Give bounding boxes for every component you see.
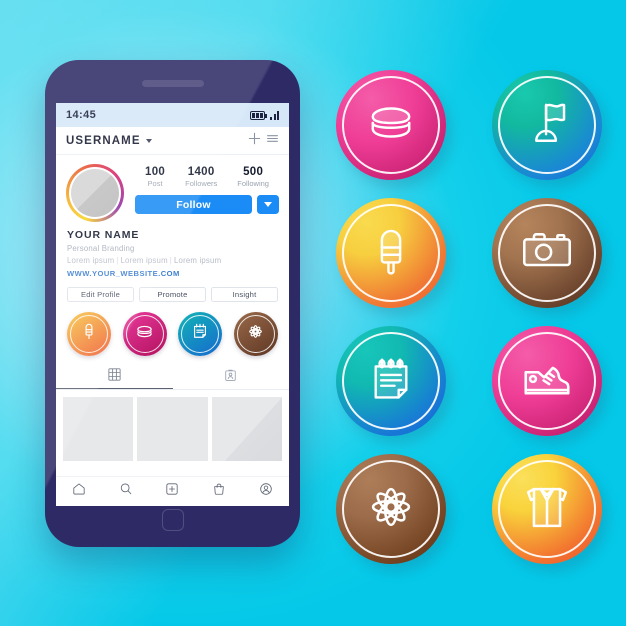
avatar-ring[interactable] (66, 164, 124, 222)
profile-tabs (56, 367, 289, 390)
shirt-icon (518, 478, 576, 541)
badge-flag[interactable] (492, 70, 602, 180)
bio-lorem-3: Lorem ipsum (174, 255, 222, 265)
chevron-down-icon[interactable] (145, 138, 152, 143)
highlight-popsicle[interactable] (67, 311, 111, 356)
post-thumbnail[interactable] (211, 396, 282, 461)
flower-icon (245, 321, 266, 347)
camera-icon (518, 222, 576, 285)
highlight-notepad[interactable] (178, 311, 223, 356)
badge-flower[interactable] (336, 454, 446, 564)
stat-post[interactable]: 100 Post (145, 166, 165, 188)
badge-sneaker[interactable] (492, 326, 602, 436)
bio-lorem-line: Lorem ipsum | Lorem ipsum | Lorem ipsum (67, 256, 278, 265)
action-buttons-row: Edit Profile Promote Insight (56, 278, 289, 302)
post-grid (56, 390, 289, 461)
tab-grid[interactable] (56, 367, 173, 389)
profile-circle-icon[interactable] (259, 482, 273, 501)
post-thumbnail[interactable] (63, 396, 134, 461)
follow-button[interactable]: Follow (135, 195, 252, 214)
bottom-nav-bar (56, 476, 289, 506)
badge-shirt[interactable] (492, 454, 602, 564)
search-icon[interactable] (119, 482, 133, 501)
stat-label: Post (147, 179, 163, 188)
sneaker-icon (518, 350, 576, 413)
bio-website-link[interactable]: WWW.YOUR_WEBSITE.COM (67, 269, 278, 278)
badge-notepad[interactable] (336, 326, 446, 436)
highlight-flower[interactable] (233, 311, 278, 356)
status-clock: 14:45 (66, 109, 97, 121)
speaker-slot (141, 80, 204, 87)
stat-value: 500 (243, 166, 264, 178)
stat-label: Followers (185, 179, 218, 188)
shopping-bag-icon[interactable] (212, 482, 226, 501)
stat-followers[interactable]: 1400 Followers (185, 166, 217, 188)
notepad-icon (190, 321, 210, 346)
tab-tagged[interactable] (173, 367, 290, 389)
stats-row: 100 Post 1400 Followers 500 Following (135, 166, 279, 188)
add-square-icon[interactable] (165, 482, 179, 501)
popsicle-icon (363, 223, 419, 284)
badge-popsicle[interactable] (336, 198, 446, 308)
phone-mockup: 14:45 USERNAME 100 Post 1400 Followers 5… (45, 60, 300, 547)
bio-section: YOUR NAME Personal Branding Lorem ipsum |… (56, 222, 289, 278)
battery-icon (250, 110, 267, 120)
flag-icon (519, 95, 575, 156)
stat-value: 100 (145, 166, 166, 178)
grid-icon (108, 368, 121, 386)
promote-button[interactable]: Promote (139, 286, 206, 302)
flower-icon (362, 478, 420, 541)
story-highlights-row (56, 302, 289, 356)
badge-camera[interactable] (492, 198, 602, 308)
signal-bars-icon (270, 110, 279, 120)
hamburger-menu-icon[interactable] (266, 132, 279, 150)
home-button-icon[interactable] (161, 509, 184, 531)
phone-screen: 14:45 USERNAME 100 Post 1400 Followers 5… (56, 103, 289, 506)
stat-value: 1400 (187, 166, 215, 178)
avatar[interactable] (70, 168, 120, 218)
stat-label: Following (237, 179, 269, 188)
bio-lorem-2: Lorem ipsum (120, 255, 168, 265)
macaron-icon (363, 95, 419, 156)
chevron-down-icon (264, 202, 272, 207)
stat-following[interactable]: 500 Following (237, 166, 269, 188)
follow-dropdown-button[interactable] (257, 195, 279, 214)
profile-section: 100 Post 1400 Followers 500 Following Fo… (56, 155, 289, 222)
app-header: USERNAME (56, 127, 289, 155)
highlight-macaron[interactable] (122, 311, 167, 356)
bio-lorem-1: Lorem ipsum (67, 255, 115, 265)
username-label: USERNAME (66, 134, 141, 147)
home-icon[interactable] (72, 482, 86, 501)
notepad-icon (364, 352, 418, 411)
badge-macaron[interactable] (336, 70, 446, 180)
post-thumbnail[interactable] (137, 396, 208, 461)
status-bar: 14:45 (56, 103, 289, 127)
icon-badge-grid (336, 70, 602, 564)
bio-name: YOUR NAME (67, 229, 140, 241)
macaron-icon (134, 321, 155, 347)
tagged-person-icon (224, 369, 237, 387)
insight-button[interactable]: Insight (211, 286, 278, 302)
edit-profile-button[interactable]: Edit Profile (67, 286, 134, 302)
popsicle-icon (79, 321, 99, 346)
plus-icon[interactable] (248, 132, 261, 150)
bio-subtitle: Personal Branding (67, 243, 135, 253)
